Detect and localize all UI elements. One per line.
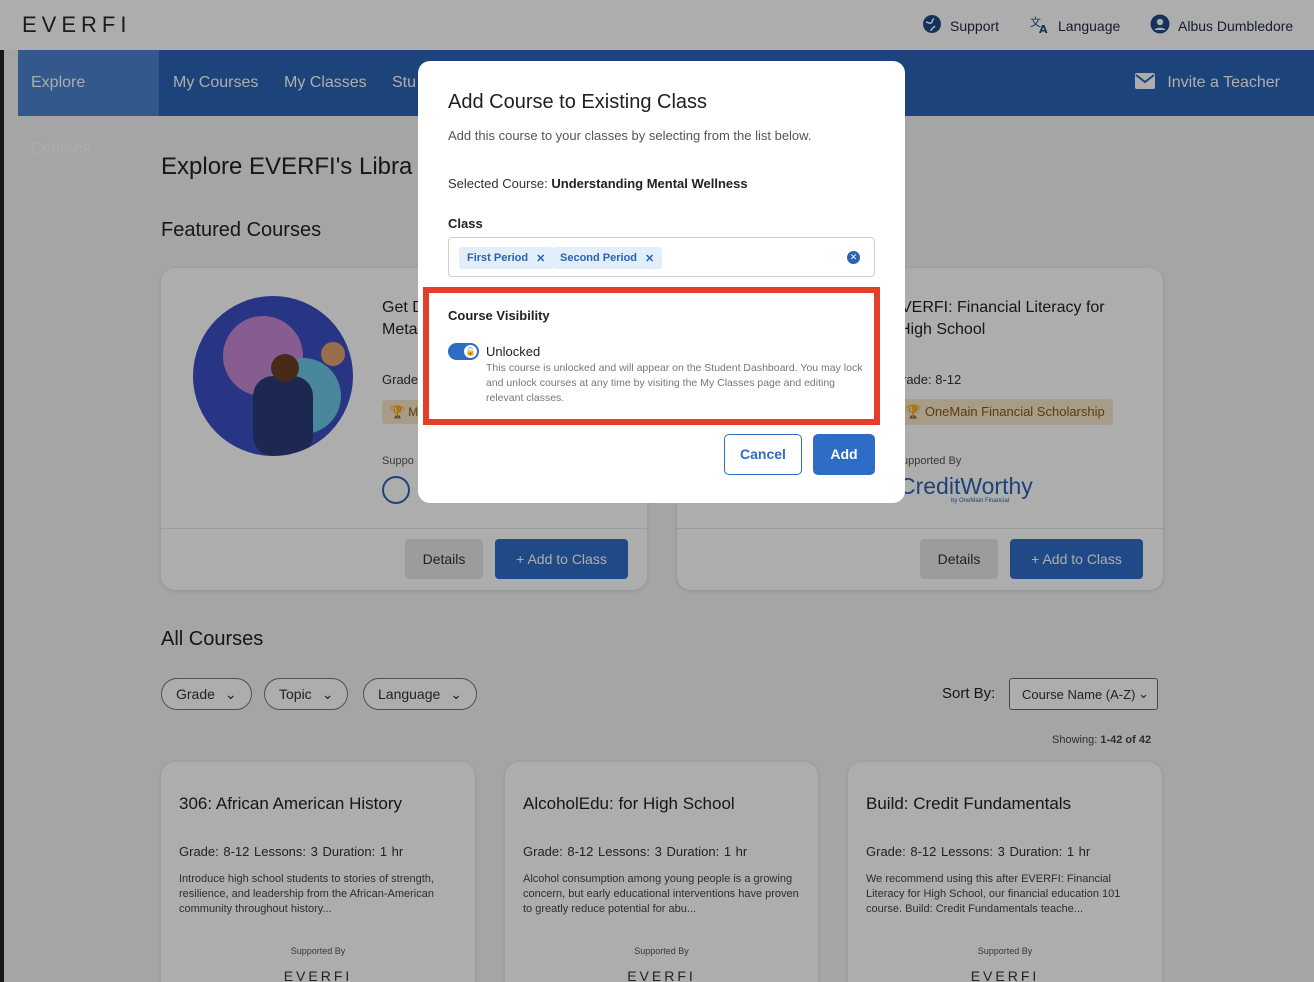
selected-course: Selected Course: Understanding Mental We… xyxy=(448,176,748,191)
class-chip-second-period: Second Period ✕ xyxy=(552,247,663,269)
cancel-button[interactable]: Cancel xyxy=(724,434,802,475)
toggle-state-label: Unlocked xyxy=(486,344,541,359)
modal-subtitle: Add this course to your classes by selec… xyxy=(448,128,812,143)
modal-title: Add Course to Existing Class xyxy=(448,91,708,113)
class-label: Class xyxy=(448,216,483,231)
visibility-help-text: This course is unlocked and will appear … xyxy=(486,362,863,404)
remove-chip-icon[interactable]: ✕ xyxy=(536,252,545,265)
clear-all-icon[interactable]: ✕ xyxy=(847,251,860,264)
class-multiselect[interactable]: First Period ✕ Second Period ✕ ✕ xyxy=(448,237,875,277)
add-course-modal: Add Course to Existing Class Add this co… xyxy=(418,61,905,503)
course-visibility-label: Course Visibility xyxy=(448,308,550,323)
class-chip-first-period: First Period ✕ xyxy=(459,247,554,269)
remove-chip-icon[interactable]: ✕ xyxy=(645,252,654,265)
unlock-icon: 🔓 xyxy=(464,345,477,358)
visibility-toggle[interactable]: 🔓 xyxy=(448,343,479,360)
add-button[interactable]: Add xyxy=(813,434,875,475)
